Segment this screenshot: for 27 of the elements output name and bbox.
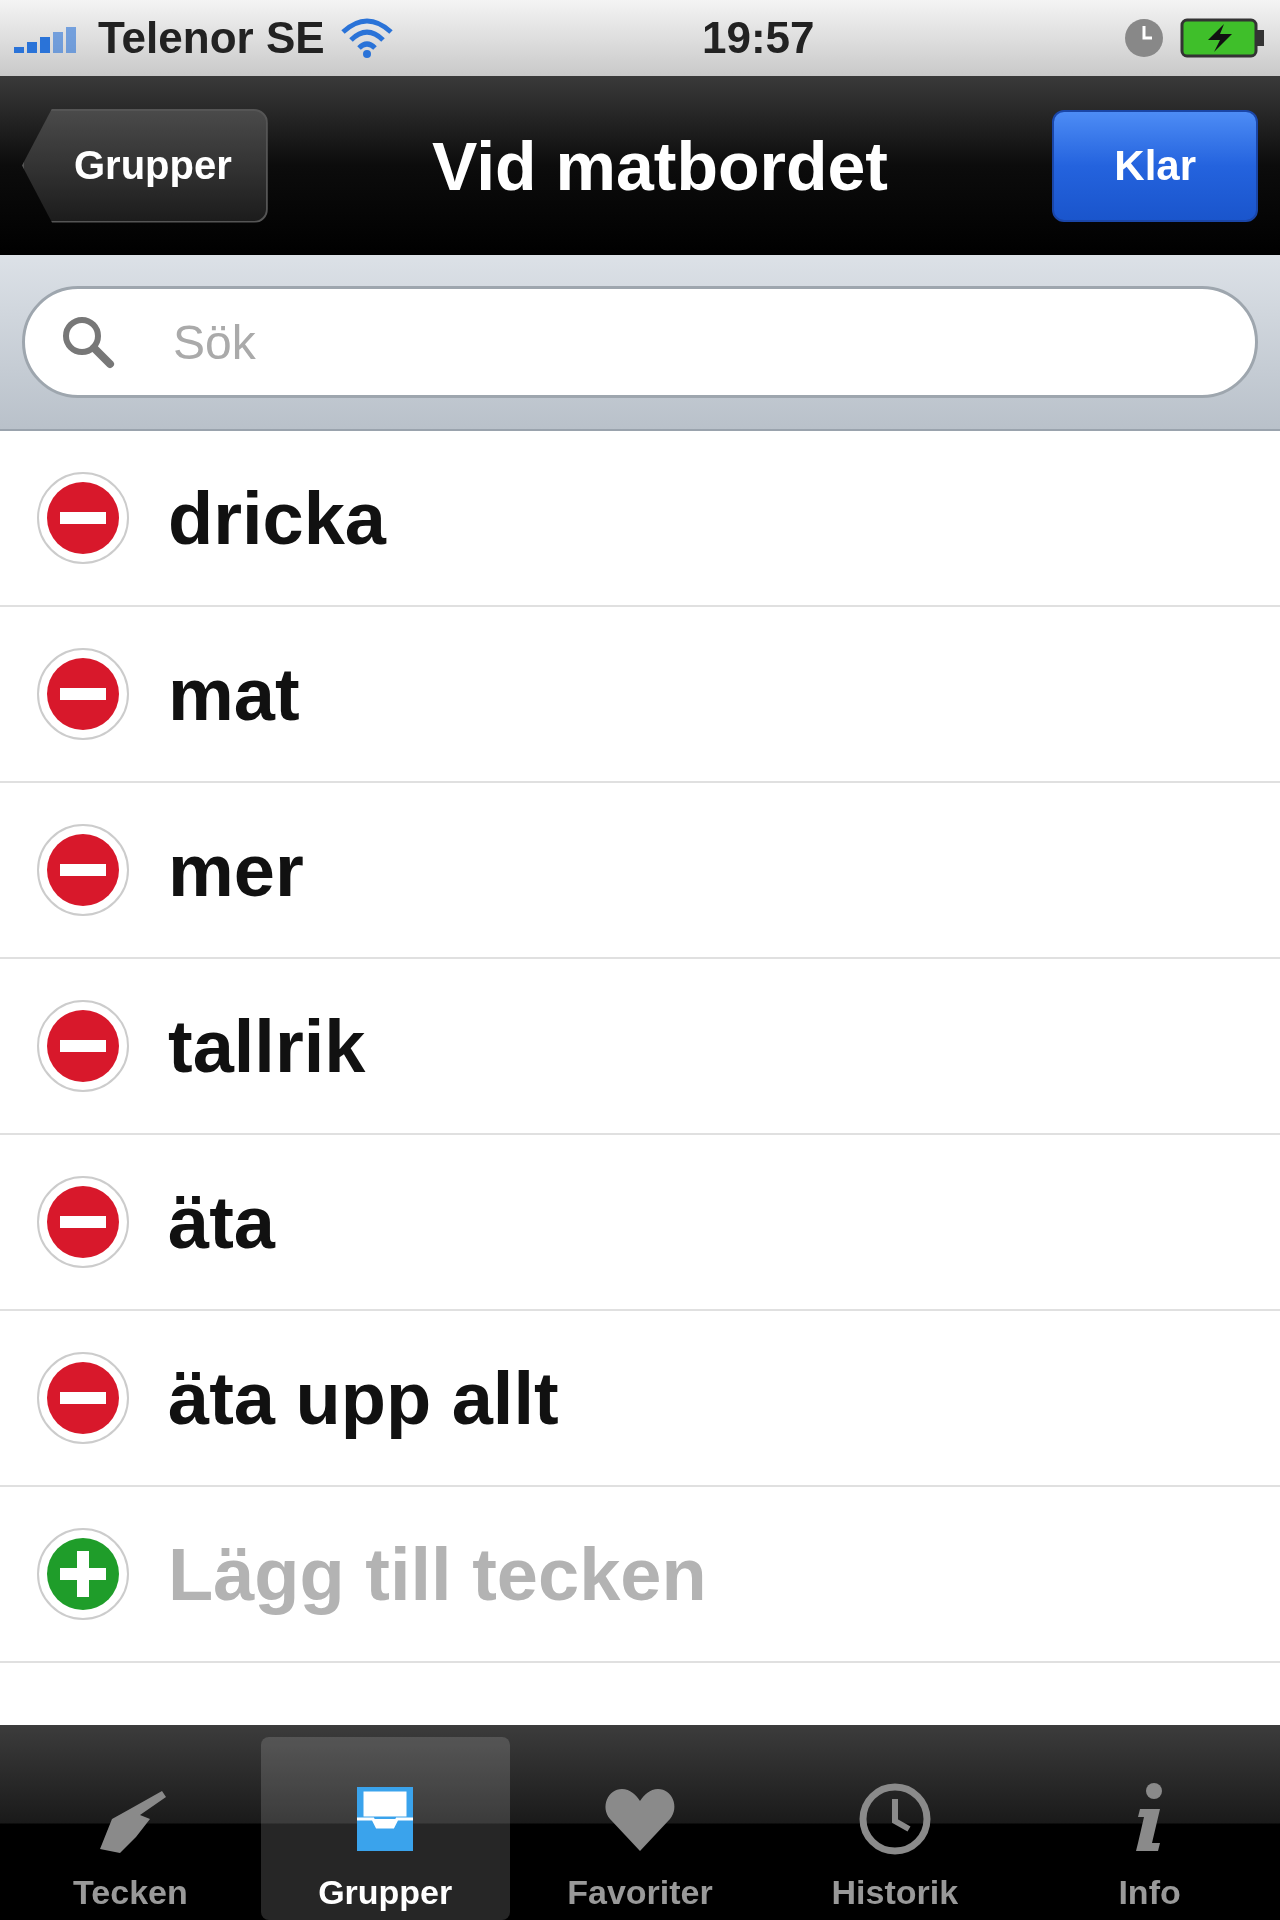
list-item-label[interactable]: äta upp allt xyxy=(168,1355,559,1441)
remove-icon[interactable] xyxy=(36,471,130,565)
back-button[interactable]: Grupper xyxy=(22,108,268,223)
remove-icon[interactable] xyxy=(36,999,130,1093)
add-icon[interactable] xyxy=(36,1527,130,1621)
remove-icon[interactable] xyxy=(36,1175,130,1269)
remove-icon[interactable] xyxy=(36,823,130,917)
search-field[interactable]: Sök xyxy=(22,286,1258,398)
list-item-label[interactable]: mat xyxy=(168,651,300,737)
tab-button[interactable]: Grupper xyxy=(260,1737,510,1920)
list-item-label[interactable]: mer xyxy=(168,827,304,913)
battery-icon xyxy=(1180,18,1266,58)
carrier-name: Telenor SE xyxy=(98,13,325,63)
list-item-label[interactable]: dricka xyxy=(168,475,387,561)
remove-icon[interactable] xyxy=(36,1351,130,1445)
list-item-label[interactable]: äta xyxy=(168,1179,275,1265)
tab-button[interactable]: Favoriter xyxy=(515,1737,765,1920)
tab-button[interactable]: Historik xyxy=(770,1737,1020,1920)
search-icon xyxy=(60,314,116,370)
nav-title: Vid matbordet xyxy=(431,126,889,205)
done-button[interactable]: Klar xyxy=(1052,109,1258,222)
tab-button[interactable]: Info xyxy=(1025,1737,1274,1920)
status-time: 19:57 xyxy=(702,13,815,63)
remove-icon[interactable] xyxy=(36,647,130,741)
tab-button[interactable]: Tecken xyxy=(6,1737,255,1920)
clock-icon xyxy=(1122,16,1166,60)
list-item-label[interactable]: tallrik xyxy=(168,1003,366,1089)
